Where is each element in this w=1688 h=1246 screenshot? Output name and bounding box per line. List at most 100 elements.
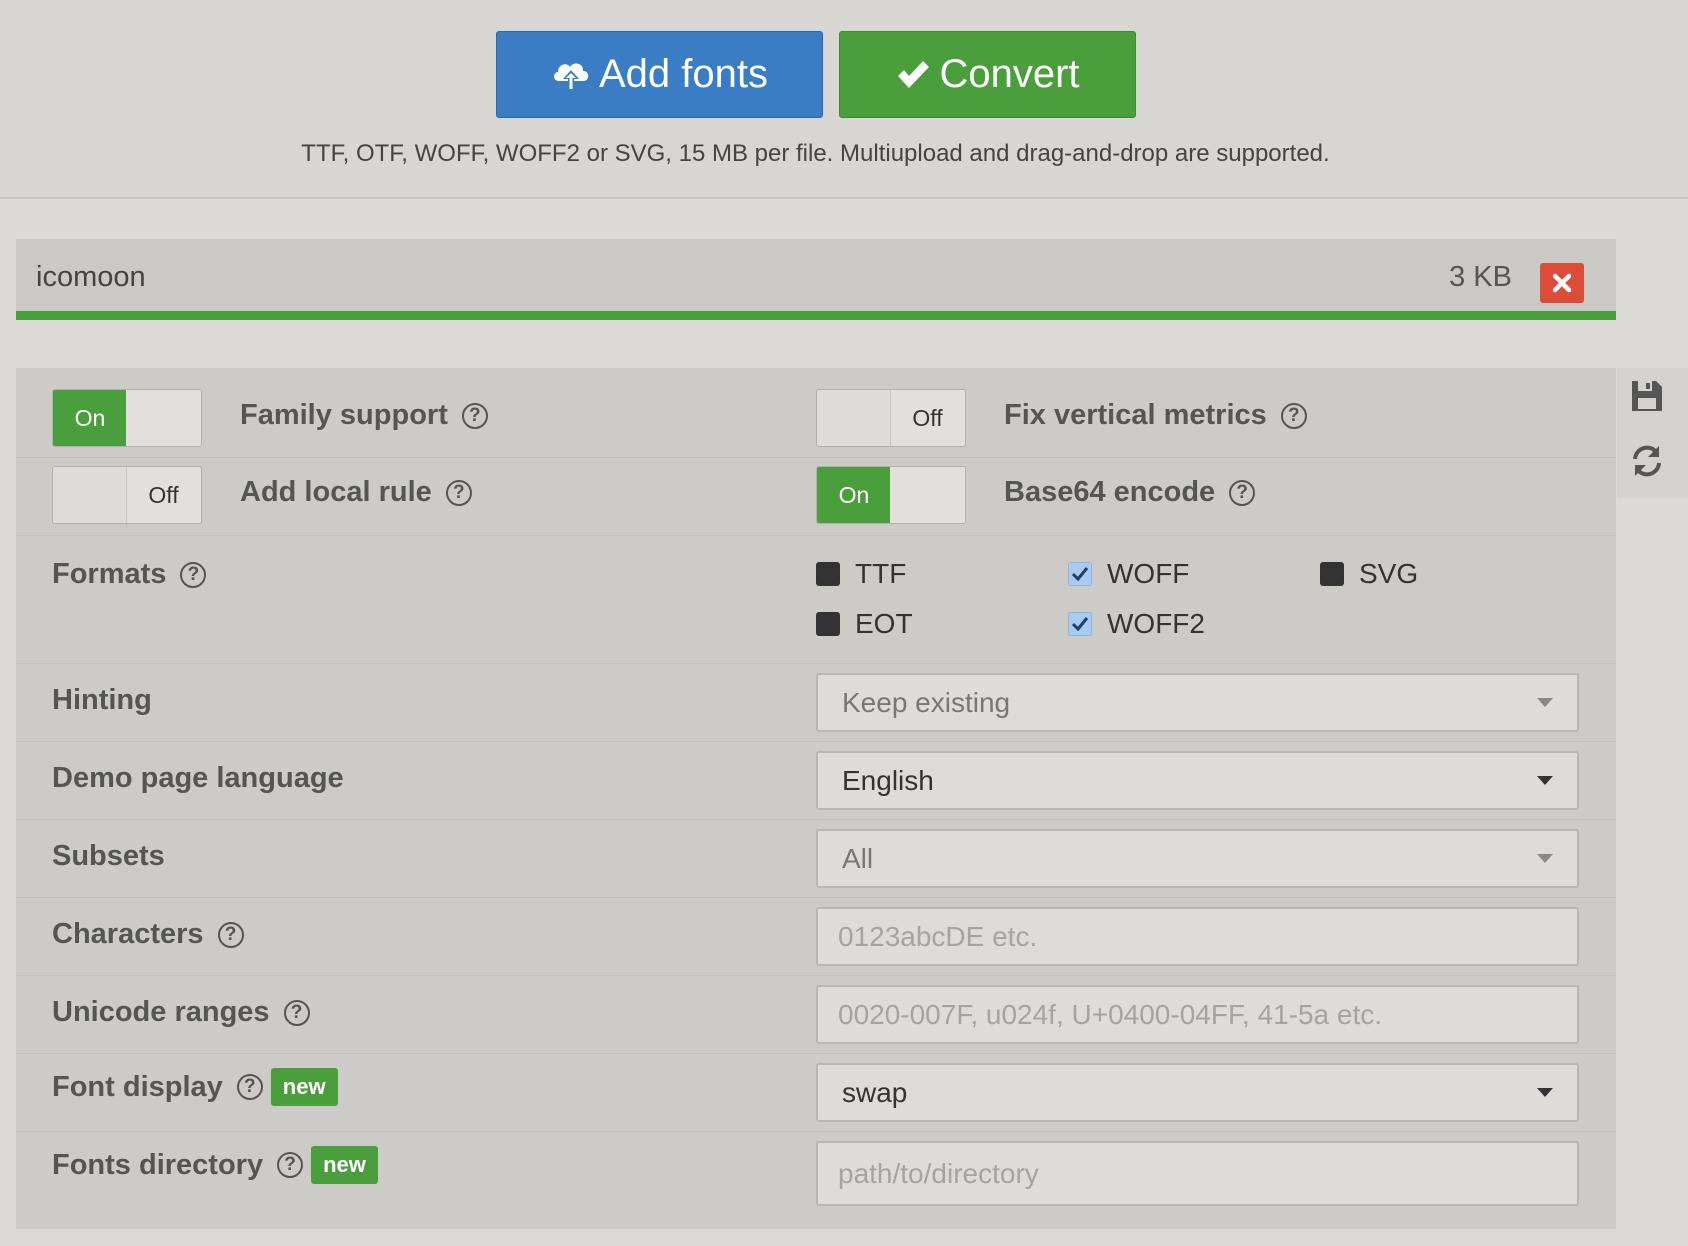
upload-bar: Add fonts Convert TTF, OTF, WOFF, WOFF2 … [0, 0, 1688, 199]
upload-hint: TTF, OTF, WOFF, WOFF2 or SVG, 15 MB per … [301, 140, 1330, 167]
fix-vertical-metrics-label: Fix vertical metrics ? [1004, 399, 1307, 432]
format-woff2-checkbox[interactable]: WOFF2 [1068, 608, 1205, 640]
toggle-on-label: On [817, 467, 891, 523]
help-icon[interactable]: ? [277, 1152, 304, 1178]
demo-language-select[interactable]: English [816, 751, 1579, 810]
characters-row: Characters ? [16, 898, 1616, 976]
help-icon[interactable]: ? [236, 1074, 263, 1100]
format-svg-label: SVG [1359, 558, 1419, 589]
add-fonts-button[interactable]: Add fonts [496, 31, 823, 118]
help-icon[interactable]: ? [1280, 402, 1307, 429]
toggle-knob [817, 390, 891, 446]
unicode-ranges-row: Unicode ranges ? [16, 976, 1616, 1054]
help-icon[interactable]: ? [217, 921, 244, 948]
fonts-directory-row: Fonts directory ? new [16, 1132, 1616, 1229]
font-display-value: swap [842, 1076, 908, 1108]
font-display-select[interactable]: swap [816, 1063, 1579, 1122]
chevron-down-icon [1537, 698, 1553, 707]
hinting-label: Hinting [52, 684, 152, 717]
formats-row: Formats ? TTF WOFF SVG EOT WOFF2 [16, 536, 1616, 664]
unicode-ranges-input[interactable] [816, 985, 1579, 1044]
toggle-knob [53, 467, 127, 523]
remove-file-button[interactable] [1540, 263, 1584, 303]
subsets-label: Subsets [52, 840, 165, 873]
upload-progress-bar [16, 311, 1616, 320]
save-settings-button[interactable] [1630, 379, 1664, 418]
add-fonts-label: Add fonts [598, 52, 768, 96]
hinting-row: Hinting Keep existing [16, 664, 1616, 742]
help-icon[interactable]: ? [445, 479, 472, 506]
checkmark-icon [1071, 617, 1089, 632]
chevron-down-icon [1537, 1088, 1553, 1097]
family-support-text: Family support [240, 399, 448, 431]
toggle-off-label: Off [148, 481, 179, 508]
checkbox-box [816, 612, 840, 636]
checkbox-box [1068, 612, 1092, 636]
formats-label: Formats ? [52, 558, 207, 591]
format-ttf-checkbox[interactable]: TTF [816, 558, 906, 590]
refresh-icon [1633, 445, 1661, 477]
checkmark-icon [898, 60, 930, 88]
toggle-knob [890, 467, 965, 523]
hinting-value: Keep existing [842, 686, 1011, 718]
add-local-rule-text: Add local rule [240, 476, 432, 508]
help-icon[interactable]: ? [461, 402, 488, 429]
demo-language-row: Demo page language English [16, 742, 1616, 820]
base64-encode-label: Base64 encode ? [1004, 476, 1256, 509]
format-woff2-label: WOFF2 [1107, 608, 1205, 639]
add-local-rule-label: Add local rule ? [240, 476, 472, 509]
subsets-row: Subsets All [16, 820, 1616, 898]
file-name: icomoon [36, 261, 146, 293]
format-woff-label: WOFF [1107, 558, 1190, 589]
family-support-toggle[interactable]: On [52, 389, 202, 447]
base64-encode-text: Base64 encode [1004, 476, 1216, 508]
help-icon[interactable]: ? [180, 561, 207, 588]
fix-vertical-metrics-text: Fix vertical metrics [1004, 399, 1267, 431]
new-badge: new [311, 1146, 378, 1184]
demo-language-value: English [842, 764, 934, 796]
demo-language-text: Demo page language [52, 762, 344, 794]
hinting-select[interactable]: Keep existing [816, 673, 1579, 732]
file-header: icomoon 3 KB [16, 239, 1616, 320]
toggle-on-label: On [53, 390, 127, 446]
subsets-select[interactable]: All [816, 829, 1579, 888]
chevron-down-icon [1537, 854, 1553, 863]
close-icon [1552, 273, 1572, 293]
convert-label: Convert [939, 52, 1080, 96]
checkmark-icon [1071, 567, 1089, 582]
format-woff-checkbox[interactable]: WOFF [1068, 558, 1189, 590]
floppy-disk-icon [1632, 381, 1662, 411]
font-display-text: Font display [52, 1070, 223, 1103]
chevron-down-icon [1537, 776, 1553, 785]
help-icon[interactable]: ? [283, 999, 310, 1026]
new-badge: new [270, 1068, 338, 1106]
unicode-ranges-text: Unicode ranges [52, 996, 270, 1028]
subsets-text: Subsets [52, 840, 165, 872]
options-row-2: Off Add local rule ? On Base64 encode ? [16, 458, 1616, 536]
font-display-label: Font display ? new [52, 1068, 338, 1106]
base64-encode-toggle[interactable]: On [816, 466, 966, 524]
options-row-1: On Family support ? Off Fix vertical met… [16, 368, 1616, 458]
fix-vertical-metrics-toggle[interactable]: Off [816, 389, 966, 447]
convert-button[interactable]: Convert [839, 31, 1136, 118]
checkbox-box [1320, 562, 1344, 586]
fonts-directory-input[interactable] [816, 1141, 1579, 1206]
fonts-directory-label: Fonts directory ? new [52, 1146, 378, 1184]
fonts-directory-text: Fonts directory [52, 1148, 264, 1181]
subsets-value: All [842, 842, 874, 874]
characters-label: Characters ? [52, 918, 244, 951]
unicode-ranges-label: Unicode ranges ? [52, 996, 310, 1029]
reset-settings-button[interactable] [1630, 443, 1664, 484]
add-local-rule-toggle[interactable]: Off [52, 466, 202, 524]
help-icon[interactable]: ? [1229, 479, 1256, 506]
family-support-label: Family support ? [240, 399, 488, 432]
format-svg-checkbox[interactable]: SVG [1320, 558, 1418, 590]
demo-language-label: Demo page language [52, 762, 344, 795]
checkbox-box [816, 562, 840, 586]
format-eot-checkbox[interactable]: EOT [816, 608, 913, 640]
characters-input[interactable] [816, 907, 1579, 966]
formats-text: Formats [52, 558, 167, 590]
options-panel: On Family support ? Off Fix vertical met… [16, 368, 1616, 1229]
side-tools [1617, 368, 1688, 498]
toggle-off-label: Off [912, 404, 943, 431]
